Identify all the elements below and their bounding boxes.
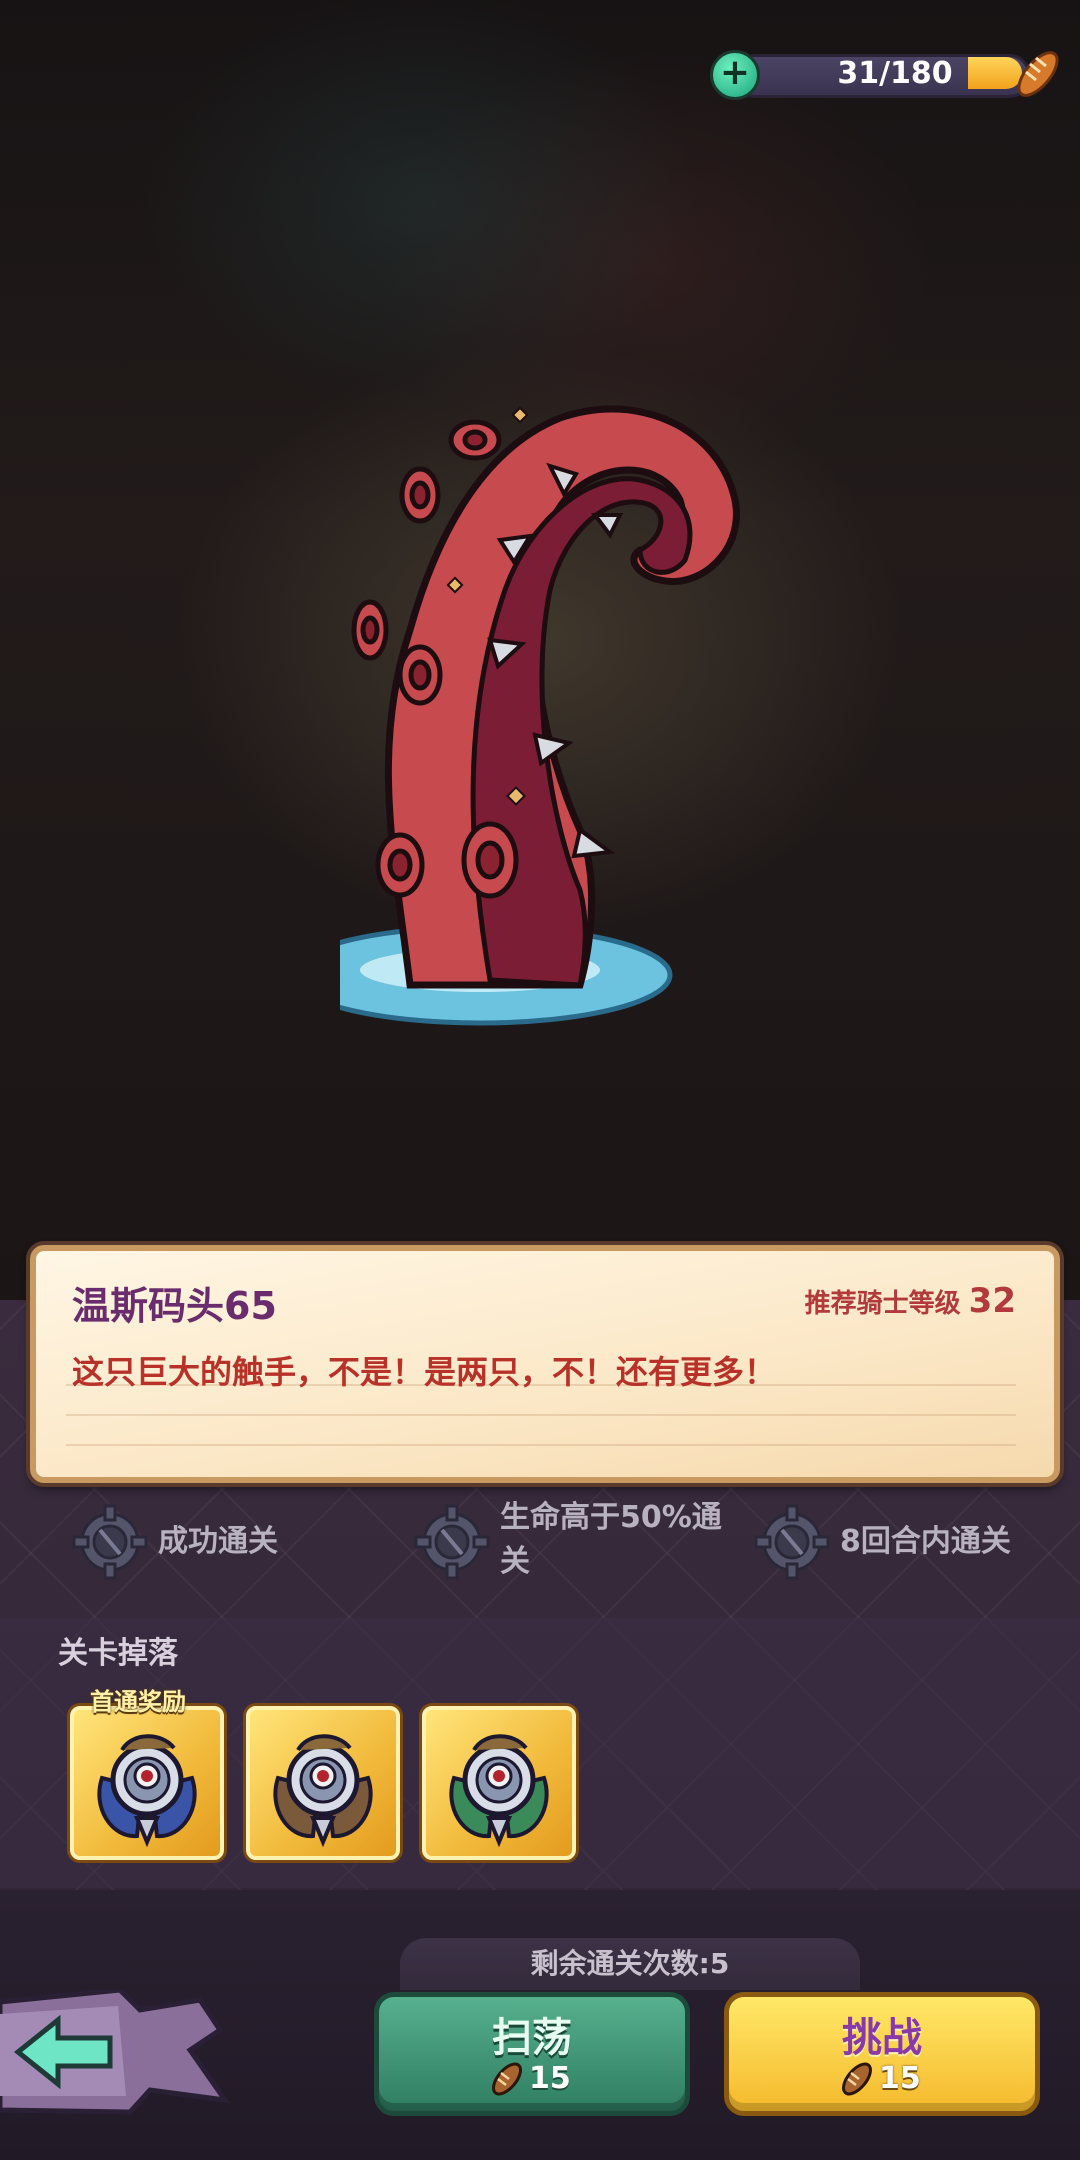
add-energy-button[interactable]: + bbox=[710, 50, 760, 100]
back-button[interactable] bbox=[0, 1990, 230, 2120]
objective-2-text-line1: 生命高于50%通 bbox=[500, 1500, 722, 1535]
knight-armor-icon bbox=[273, 1734, 373, 1848]
sweep-cost: 15 bbox=[487, 2059, 607, 2099]
recommended-level-label: 推荐骑士等级 bbox=[804, 1289, 961, 1319]
remaining-attempts: 剩余通关次数:5 bbox=[400, 1938, 860, 1990]
bread-icon bbox=[842, 2062, 872, 2096]
stage-card: 温斯码头65 推荐骑士等级 32 这只巨大的触手，不是！是两只，不！还有更多！ bbox=[30, 1245, 1060, 1483]
tentacle-boss-image bbox=[340, 405, 740, 1026]
gear-icon bbox=[414, 1504, 490, 1580]
objective-2-text-line2: 关 bbox=[500, 1544, 530, 1579]
gear-icon bbox=[72, 1504, 148, 1580]
recommended-level: 推荐骑士等级 32 bbox=[805, 1281, 1016, 1321]
challenge-button-label: 挑战 bbox=[842, 2015, 922, 2061]
energy-count: 31/180 bbox=[837, 56, 953, 91]
objective-1: 成功通关 bbox=[70, 1500, 370, 1590]
challenge-cost-value: 15 bbox=[879, 2061, 921, 2096]
challenge-cost: 15 bbox=[837, 2059, 957, 2099]
objective-3: 8回合内通关 bbox=[752, 1500, 1072, 1590]
energy-bar: + 31/180 bbox=[710, 46, 1060, 102]
objective-2: 生命高于50%通 关 bbox=[412, 1500, 732, 1590]
remaining-attempts-text: 剩余通关次数:5 bbox=[530, 1947, 730, 1980]
drop-item-2[interactable] bbox=[246, 1706, 400, 1860]
drop-item-3[interactable] bbox=[422, 1706, 576, 1860]
sweep-button[interactable]: 扫荡 15 bbox=[374, 1992, 690, 2116]
challenge-button[interactable]: 挑战 15 bbox=[724, 1992, 1040, 2116]
stage-description: 这只巨大的触手，不是！是两只，不！还有更多！ bbox=[72, 1353, 777, 1391]
gear-icon bbox=[754, 1504, 830, 1580]
drops-title: 关卡掉落 bbox=[58, 1636, 178, 1671]
knight-armor-icon bbox=[97, 1734, 197, 1848]
stage-name: 温斯码头65 bbox=[72, 1284, 277, 1328]
bread-icon bbox=[1017, 51, 1059, 97]
knight-armor-icon bbox=[449, 1734, 549, 1848]
sweep-button-label: 扫荡 bbox=[492, 2015, 572, 2061]
objective-3-text: 8回合内通关 bbox=[840, 1524, 1011, 1559]
objective-1-text: 成功通关 bbox=[158, 1524, 278, 1559]
stage-objectives: 成功通关 生命高于50%通 关 8回合内通关 bbox=[0, 1480, 1080, 1610]
bread-icon bbox=[492, 2062, 522, 2096]
drop-item-1[interactable] bbox=[70, 1706, 224, 1860]
first-clear-reward-tag: 首通奖励 bbox=[90, 1688, 186, 1716]
sweep-cost-value: 15 bbox=[529, 2061, 571, 2096]
recommended-level-value: 32 bbox=[968, 1281, 1016, 1321]
